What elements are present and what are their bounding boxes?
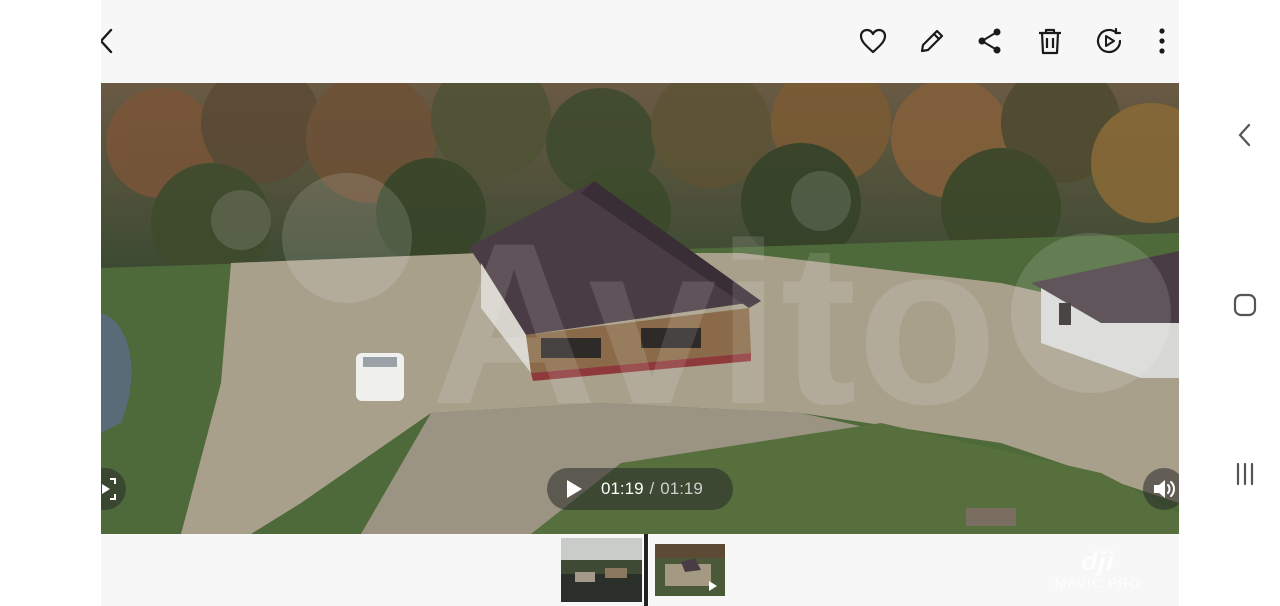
thumbnail-image[interactable]	[561, 538, 642, 602]
chevron-left-icon	[1238, 123, 1251, 147]
camera-model: MAVIC PRO	[1054, 575, 1142, 591]
more-vertical-icon	[1159, 28, 1165, 54]
current-time: 01:19	[601, 479, 644, 498]
nav-back-button[interactable]	[1228, 118, 1262, 152]
heart-icon	[859, 28, 887, 54]
back-button[interactable]	[101, 21, 127, 61]
capture-frame-icon	[102, 478, 116, 500]
edit-button[interactable]	[912, 21, 952, 61]
gallery-viewer: Avito 01:19 / 01:19 dji MAVIC PRO	[101, 0, 1179, 606]
play-icon	[567, 480, 582, 498]
nav-recents-button[interactable]	[1228, 457, 1262, 491]
aerial-house-scene: Avito	[101, 83, 1179, 534]
avito-watermark: Avito	[431, 195, 997, 452]
video-editor-button[interactable]	[1089, 21, 1129, 61]
trash-icon	[1039, 28, 1061, 55]
thumbnail-strip	[101, 534, 1179, 606]
home-square-icon	[1233, 293, 1257, 317]
thumbnail-video-preview	[655, 544, 725, 596]
pencil-edit-icon	[920, 29, 944, 53]
back-arrow-icon	[101, 28, 113, 54]
video-frame[interactable]: Avito 01:19 / 01:19	[101, 83, 1179, 534]
thumbnail-image-preview	[561, 538, 642, 602]
volume-button[interactable]	[1143, 468, 1179, 510]
recents-bars-icon	[1236, 462, 1254, 486]
playback-bar: 01:19 / 01:19	[547, 468, 733, 510]
nav-home-button[interactable]	[1228, 288, 1262, 322]
share-button[interactable]	[970, 21, 1010, 61]
dji-logo: dji	[1081, 546, 1115, 576]
more-options-button[interactable]	[1142, 21, 1179, 61]
share-icon	[978, 28, 1001, 54]
thumbnail-video[interactable]	[655, 544, 725, 596]
favorite-button[interactable]	[853, 21, 893, 61]
delete-button[interactable]	[1030, 21, 1070, 61]
camera-watermark: dji MAVIC PRO	[1053, 546, 1143, 591]
playhead-marker[interactable]	[643, 534, 649, 606]
video-editor-icon	[1096, 27, 1122, 54]
play-button[interactable]	[553, 468, 595, 510]
time-separator: /	[649, 479, 655, 498]
speaker-icon	[1154, 480, 1175, 498]
top-action-bar	[101, 0, 1179, 83]
total-time: 01:19	[660, 479, 703, 498]
